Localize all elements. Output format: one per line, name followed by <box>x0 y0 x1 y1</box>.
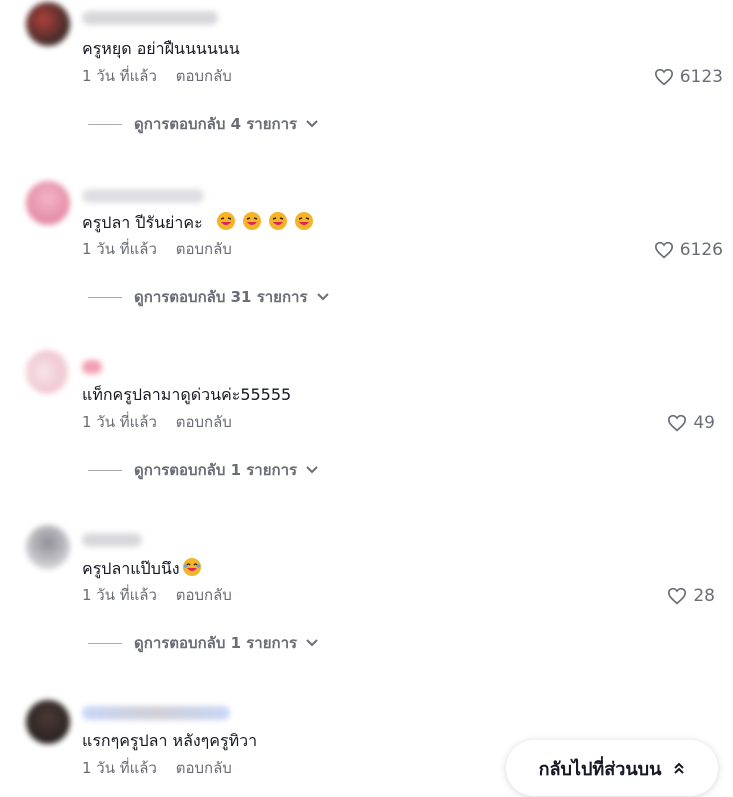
reply-button[interactable]: ตอบกลับ <box>176 413 232 431</box>
like-button[interactable]: 6123 <box>654 67 723 87</box>
divider-line <box>88 469 122 471</box>
chevron-down-icon <box>316 293 329 301</box>
like-count: 49 <box>693 413 715 433</box>
comment-time: 1 วัน ที่แล้ว <box>82 759 157 777</box>
view-replies-button[interactable]: ดูการตอบกลับ 31 รายการ <box>88 285 330 309</box>
comment-meta: 1 วัน ที่แล้ว ตอบกลับ <box>82 412 232 432</box>
like-count: 6126 <box>679 240 723 260</box>
comment-text: ครูปลาแป๊บนึง <box>82 557 202 580</box>
like-count: 28 <box>693 586 715 606</box>
comment-text: ครูหยุด อย่าฝืนนนนนน <box>82 39 240 58</box>
comment-time: 1 วัน ที่แล้ว <box>82 413 157 431</box>
laughing-face-emoji <box>294 212 313 230</box>
like-count: 6123 <box>679 67 723 87</box>
back-to-top-button[interactable]: กลับไปที่ส่วนบน <box>506 740 718 796</box>
heart-outline-icon <box>654 241 673 259</box>
comment-time: 1 วัน ที่แล้ว <box>82 586 157 604</box>
avatar[interactable] <box>26 525 70 569</box>
comment-meta: 1 วัน ที่แล้ว ตอบกลับ <box>82 66 232 86</box>
comment-item: ครูปลาแป๊บนึง 1 วัน ที่แล้ว ตอบกลับ 28 ด… <box>0 519 733 692</box>
chevron-down-icon <box>306 466 318 474</box>
divider-line <box>88 296 122 298</box>
view-replies-label: ดูการตอบกลับ 1 รายการ <box>134 461 298 479</box>
comment-item: ครูปลา ปีรันย่าคะ 1 วัน ที่แล้ว ตอบกลับ … <box>0 173 733 346</box>
double-chevron-up-icon <box>674 762 685 774</box>
username-blurred[interactable] <box>82 706 230 720</box>
view-replies-label: ดูการตอบกลับ 31 รายการ <box>134 288 308 306</box>
heart-outline-icon <box>668 587 687 605</box>
chevron-down-icon <box>306 639 318 647</box>
reply-button[interactable]: ตอบกลับ <box>176 67 232 85</box>
comments-panel: ครูหยุด อย่าฝืนนนนนน 1 วัน ที่แล้ว ตอบกล… <box>0 0 733 797</box>
comment-meta: 1 วัน ที่แล้ว ตอบกลับ <box>82 585 232 605</box>
divider-line <box>88 642 122 644</box>
view-replies-label: ดูการตอบกลับ 1 รายการ <box>134 634 298 652</box>
like-button[interactable]: 6126 <box>654 240 723 260</box>
username-blurred[interactable] <box>82 533 142 547</box>
reply-button[interactable]: ตอบกลับ <box>176 586 232 604</box>
comment-item: แท็กครูปลามาดูด่วนค่ะ55555 1 วัน ที่แล้ว… <box>0 346 733 519</box>
like-button[interactable]: 49 <box>667 413 715 433</box>
avatar[interactable] <box>26 181 70 225</box>
view-replies-label: ดูการตอบกลับ 4 รายการ <box>134 115 298 133</box>
username-blurred[interactable] <box>82 11 218 25</box>
reply-button[interactable]: ตอบกลับ <box>176 240 232 258</box>
laughing-face-emoji <box>216 212 235 230</box>
heart-outline-icon <box>654 68 673 86</box>
username-blurred[interactable] <box>82 360 102 374</box>
comment-time: 1 วัน ที่แล้ว <box>82 240 157 258</box>
divider-line <box>88 123 122 125</box>
view-replies-button[interactable]: ดูการตอบกลับ 4 รายการ <box>88 112 319 136</box>
comment-meta: 1 วัน ที่แล้ว ตอบกลับ <box>82 239 232 259</box>
laughing-face-emoji <box>182 558 201 576</box>
view-replies-button[interactable]: ดูการตอบกลับ 1 รายการ <box>88 631 319 655</box>
comment-meta: 1 วัน ที่แล้ว ตอบกลับ <box>82 758 232 778</box>
comment-text: ครูปลา ปีรันย่าคะ <box>82 211 314 234</box>
chevron-down-icon <box>306 120 318 128</box>
comment-text-content: ครูปลาแป๊บนึง <box>82 559 180 578</box>
comment-text: แท็กครูปลามาดูด่วนค่ะ55555 <box>82 385 292 404</box>
avatar[interactable] <box>26 350 70 394</box>
comment-item: ครูหยุด อย่าฝืนนนนนน 1 วัน ที่แล้ว ตอบกล… <box>0 0 733 173</box>
comment-text-content: ครูปลา ปีรันย่าคะ <box>82 213 203 232</box>
reply-button[interactable]: ตอบกลับ <box>176 759 232 777</box>
username-blurred[interactable] <box>82 189 204 203</box>
laughing-face-emoji <box>268 212 287 230</box>
comment-text: แรกๆครูปลา หลังๆครูทิวา <box>82 731 258 750</box>
back-to-top-label: กลับไปที่ส่วนบน <box>538 758 662 780</box>
view-replies-button[interactable]: ดูการตอบกลับ 1 รายการ <box>88 458 319 482</box>
avatar[interactable] <box>26 2 70 46</box>
like-button[interactable]: 28 <box>667 586 715 606</box>
laughing-face-emoji <box>242 212 261 230</box>
avatar[interactable] <box>26 700 70 744</box>
comment-time: 1 วัน ที่แล้ว <box>82 67 157 85</box>
heart-outline-icon <box>668 414 687 432</box>
